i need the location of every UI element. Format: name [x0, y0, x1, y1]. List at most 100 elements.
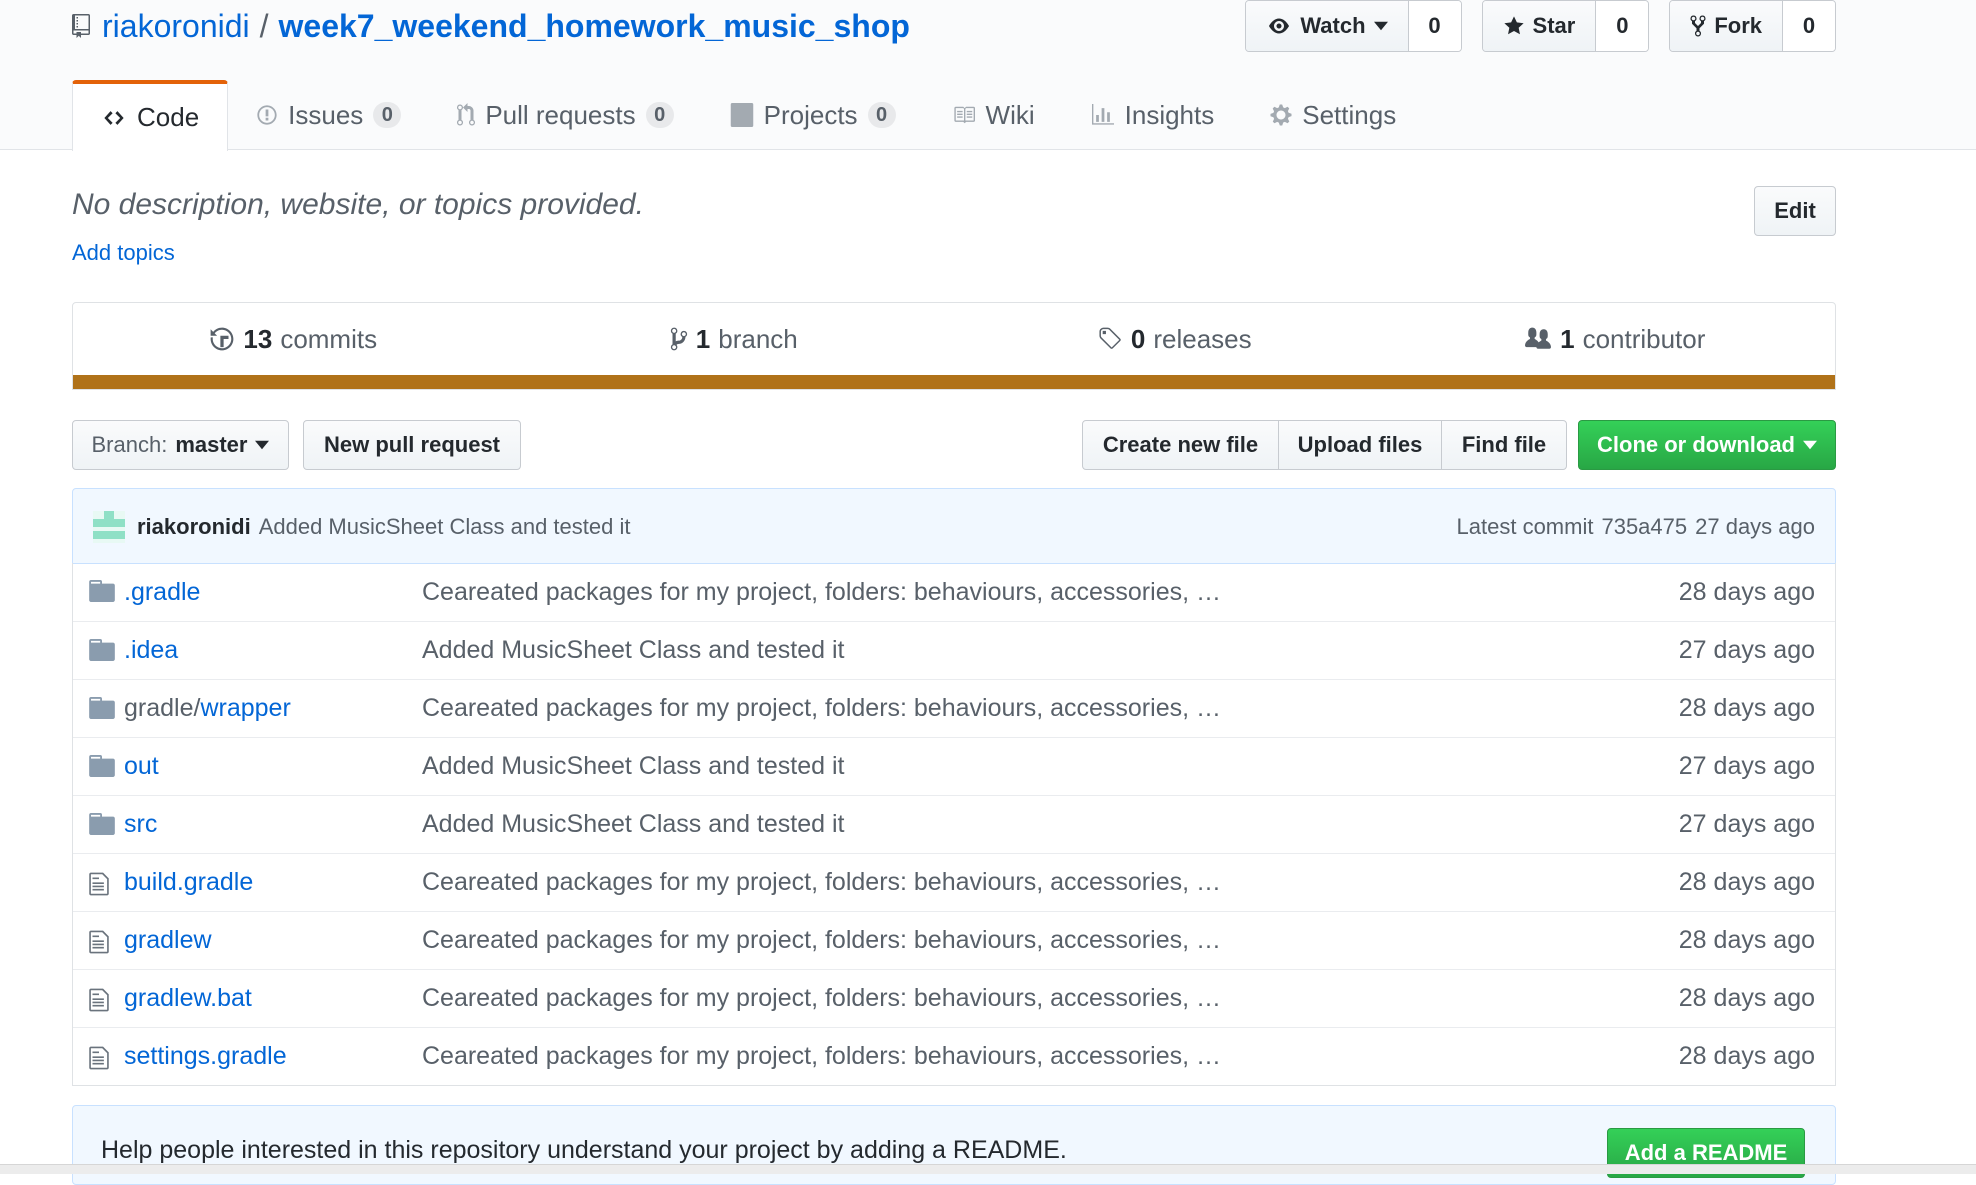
- list-item[interactable]: gradle/wrapper Ceareated packages for my…: [73, 679, 1835, 737]
- file-name-link[interactable]: src: [124, 810, 157, 839]
- tab-projects[interactable]: Projects 0: [702, 80, 924, 150]
- gear-icon: [1270, 103, 1292, 127]
- file-commit-message[interactable]: Added MusicSheet Class and tested it: [422, 636, 844, 665]
- contributors-label: contributor: [1582, 323, 1706, 354]
- watch-button[interactable]: Watch: [1246, 1, 1409, 51]
- list-item[interactable]: build.gradle Ceareated packages for my p…: [73, 853, 1835, 911]
- file-commit-message[interactable]: Added MusicSheet Class and tested it: [422, 752, 844, 781]
- avatar[interactable]: [93, 511, 125, 543]
- file-name-link[interactable]: out: [124, 752, 159, 781]
- file-age: 28 days ago: [1678, 984, 1815, 1012]
- tab-issues[interactable]: Issues 0: [228, 80, 429, 150]
- readme-prompt-text: Help people interested in this repositor…: [101, 1136, 1067, 1164]
- branch-name: master: [175, 432, 248, 457]
- file-commit-message[interactable]: Ceareated packages for my project, folde…: [422, 926, 1221, 955]
- tab-wiki[interactable]: Wiki: [924, 80, 1063, 150]
- file-icon: [89, 987, 115, 1012]
- list-item[interactable]: src Added MusicSheet Class and tested it…: [73, 795, 1835, 853]
- file-navigation: Branch: master New pull request Create n…: [72, 420, 1836, 470]
- file-age: 28 days ago: [1678, 1042, 1815, 1070]
- tab-label: Settings: [1302, 99, 1397, 130]
- branches-link[interactable]: 1 branch: [514, 303, 955, 375]
- file-commit-message[interactable]: Ceareated packages for my project, folde…: [422, 984, 1221, 1013]
- upload-files-button[interactable]: Upload files: [1279, 421, 1442, 469]
- tag-icon: [1097, 326, 1123, 352]
- file-name-link[interactable]: .gradle: [124, 578, 200, 607]
- latest-commit-label: Latest commit: [1456, 514, 1594, 539]
- folder-icon: [89, 697, 115, 721]
- file-commit-message[interactable]: Ceareated packages for my project, folde…: [422, 1042, 1221, 1071]
- fork-count[interactable]: 0: [1783, 1, 1835, 51]
- star-button[interactable]: Star: [1482, 1, 1597, 51]
- watch-group: Watch 0: [1245, 0, 1462, 52]
- language-bar[interactable]: [73, 375, 1835, 389]
- file-name-link[interactable]: gradlew: [124, 926, 212, 955]
- list-item[interactable]: gradlew.bat Ceareated packages for my pr…: [73, 969, 1835, 1027]
- file-commit-message[interactable]: Added MusicSheet Class and tested it: [422, 810, 844, 839]
- file-name-link[interactable]: .idea: [124, 636, 178, 665]
- create-new-file-button[interactable]: Create new file: [1083, 421, 1279, 469]
- commit-sha-link[interactable]: 735a475: [1601, 514, 1687, 540]
- horizontal-scrollbar[interactable]: [0, 1164, 1976, 1174]
- repo-owner-link[interactable]: riakoronidi: [102, 6, 250, 46]
- fork-label: Fork: [1714, 13, 1762, 38]
- repo-tabs: Code Issues 0 Pull requests 0 Projects 0: [72, 80, 1424, 151]
- pull-requests-counter: 0: [645, 102, 674, 128]
- star-count[interactable]: 0: [1596, 1, 1649, 51]
- file-age: 28 days ago: [1678, 868, 1815, 896]
- edit-description-button[interactable]: Edit: [1754, 186, 1836, 236]
- file-commit-message[interactable]: Ceareated packages for my project, folde…: [422, 868, 1221, 897]
- add-topics-link[interactable]: Add topics: [72, 240, 175, 266]
- file-age: 27 days ago: [1678, 752, 1815, 780]
- tab-code[interactable]: Code: [72, 80, 229, 151]
- releases-label: releases: [1153, 323, 1252, 354]
- releases-link[interactable]: 0 releases: [954, 303, 1395, 375]
- folder-icon: [89, 813, 115, 837]
- list-item[interactable]: out Added MusicSheet Class and tested it…: [73, 737, 1835, 795]
- list-item[interactable]: .idea Added MusicSheet Class and tested …: [73, 621, 1835, 679]
- file-commit-message[interactable]: Ceareated packages for my project, folde…: [422, 694, 1221, 723]
- find-file-button[interactable]: Find file: [1442, 421, 1566, 469]
- tab-label: Issues: [288, 99, 364, 130]
- tab-pull-requests[interactable]: Pull requests 0: [429, 80, 701, 150]
- list-item[interactable]: .gradle Ceareated packages for my projec…: [73, 563, 1835, 621]
- fork-button[interactable]: Fork: [1670, 1, 1783, 51]
- project-icon: [730, 103, 754, 127]
- new-pull-request-button[interactable]: New pull request: [303, 420, 521, 470]
- file-age: 27 days ago: [1678, 636, 1815, 664]
- star-label: Star: [1532, 13, 1576, 38]
- tab-settings[interactable]: Settings: [1242, 80, 1424, 150]
- commit-message-link[interactable]: Added MusicSheet Class and tested it: [259, 514, 631, 540]
- latest-commit-bar: riakoronidi Added MusicSheet Class and t…: [72, 488, 1836, 564]
- list-item[interactable]: gradlew Ceareated packages for my projec…: [73, 911, 1835, 969]
- releases-count: 0: [1130, 323, 1146, 354]
- repo-name-link[interactable]: week7_weekend_homework_music_shop: [279, 6, 910, 46]
- list-item[interactable]: settings.gradle Ceareated packages for m…: [73, 1027, 1835, 1085]
- file-commit-message[interactable]: Ceareated packages for my project, folde…: [422, 578, 1221, 607]
- branches-count: 1: [695, 323, 711, 354]
- issues-counter: 0: [373, 102, 402, 128]
- folder-icon: [89, 755, 115, 779]
- history-icon: [209, 326, 235, 352]
- file-name-link[interactable]: gradle/wrapper: [124, 694, 291, 723]
- commit-author-link[interactable]: riakoronidi: [137, 514, 251, 540]
- tab-label: Code: [137, 102, 200, 132]
- repo-icon: [72, 13, 90, 39]
- caret-down-icon: [1373, 21, 1388, 31]
- commits-link[interactable]: 13 commits: [73, 303, 514, 375]
- file-name-link[interactable]: settings.gradle: [124, 1042, 287, 1071]
- file-name-link[interactable]: gradlew.bat: [124, 984, 252, 1013]
- projects-counter: 0: [867, 102, 896, 128]
- file-actions-group: Create new file Upload files Find file: [1082, 420, 1567, 470]
- clone-or-download-button[interactable]: Clone or download: [1578, 420, 1836, 470]
- watch-count[interactable]: 0: [1408, 1, 1461, 51]
- file-name-link[interactable]: build.gradle: [124, 868, 253, 897]
- tab-label: Pull requests: [485, 99, 636, 130]
- file-age: 28 days ago: [1678, 577, 1815, 606]
- commit-age: 27 days ago: [1695, 514, 1815, 539]
- caret-down-icon: [255, 440, 270, 450]
- people-icon: [1524, 326, 1552, 352]
- tab-insights[interactable]: Insights: [1063, 80, 1243, 150]
- contributors-link[interactable]: 1 contributor: [1395, 303, 1836, 375]
- branch-select-button[interactable]: Branch: master: [72, 420, 289, 470]
